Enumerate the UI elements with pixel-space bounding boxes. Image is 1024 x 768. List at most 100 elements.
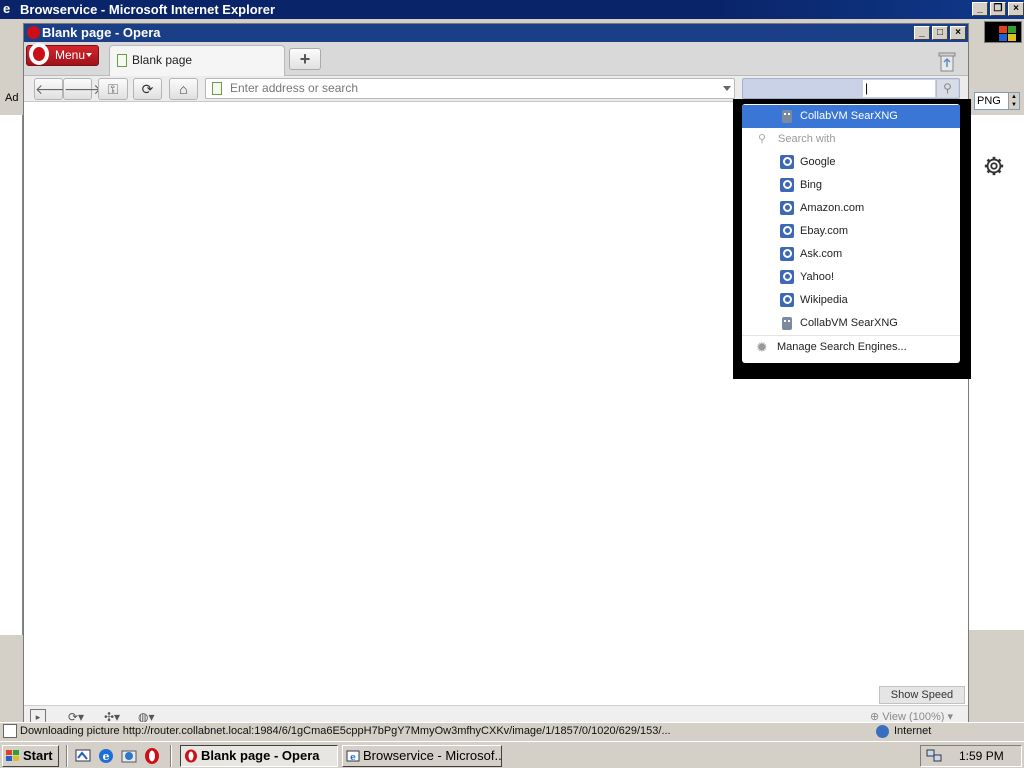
- engine-ask[interactable]: Ask.com: [742, 243, 960, 266]
- search-with-header: ⚲ Search with: [742, 128, 960, 151]
- show-speed-dial-button[interactable]: Show Speed Dial: [879, 686, 965, 717]
- spinner-arrows-icon[interactable]: ▲ ▼: [1008, 93, 1019, 109]
- system-tray: 1:59 PM: [920, 745, 1022, 767]
- opera-o-icon: [29, 43, 49, 65]
- search-engine-icon: [780, 224, 794, 238]
- tab-blank-page[interactable]: Blank page: [109, 45, 285, 76]
- opera-window-controls: _ □ ×: [914, 26, 966, 40]
- back-button[interactable]: 🡐: [34, 78, 73, 100]
- address-page-icon: [212, 82, 222, 95]
- windows-throbber-icon: [984, 21, 1022, 43]
- windows-flag-icon: [6, 750, 20, 762]
- trash-icon[interactable]: [938, 51, 956, 73]
- ie-viewport-left: [0, 115, 23, 635]
- tab-label: Blank page: [132, 53, 193, 67]
- taskbar: Start e Blank page - Opera e Browservice…: [0, 741, 1024, 768]
- image-format-value: PNG: [977, 95, 1001, 107]
- opera-logo-icon: [27, 26, 40, 39]
- address-field[interactable]: Enter address or search: [205, 78, 735, 99]
- reload-icon: ⟳: [141, 81, 154, 97]
- manage-gear-icon: ✹: [756, 339, 768, 355]
- ie-logo-icon: e: [3, 1, 11, 16]
- opera-task-icon: [185, 749, 197, 763]
- opera-title-bar: Blank page - Opera _ □ ×: [24, 24, 968, 42]
- engine-searxng[interactable]: CollabVM SearXNG: [742, 312, 960, 335]
- reload-button[interactable]: ⟳: [133, 78, 162, 100]
- opera-minimize-button[interactable]: _: [914, 26, 930, 40]
- home-button[interactable]: ⌂: [169, 78, 198, 100]
- ie-window-controls: _ ❐ ×: [972, 2, 1024, 16]
- opera-close-button[interactable]: ×: [950, 26, 966, 40]
- search-suggestion-selected[interactable]: CollabVM SearXNG: [742, 105, 960, 128]
- task-opera[interactable]: Blank page - Opera: [180, 745, 338, 767]
- key-button[interactable]: ⚿: [98, 78, 128, 100]
- engine-label: Ebay.com: [800, 225, 849, 237]
- engine-google[interactable]: Google: [742, 151, 960, 174]
- engine-label: Yahoo!: [800, 271, 835, 283]
- ie-window-title: Browservice - Microsoft Internet Explore…: [20, 2, 276, 17]
- engine-yahoo[interactable]: Yahoo!: [742, 266, 960, 289]
- internet-globe-icon: [876, 725, 889, 738]
- address-placeholder: Enter address or search: [230, 81, 359, 95]
- network-icon[interactable]: [926, 748, 943, 764]
- image-format-select[interactable]: PNG ▲ ▼: [974, 92, 1020, 110]
- ie-zone-label: Internet: [894, 725, 932, 737]
- manage-search-engines[interactable]: ✹ Manage Search Engines...: [742, 335, 960, 358]
- engine-label: Bing: [800, 179, 823, 191]
- opera-window-title: Blank page - Opera: [42, 25, 161, 40]
- engine-bing[interactable]: Bing: [742, 174, 960, 197]
- search-header-icon: ⚲: [758, 133, 767, 145]
- new-tab-button[interactable]: +: [289, 48, 321, 70]
- engine-ebay[interactable]: Ebay.com: [742, 220, 960, 243]
- opera-maximize-button[interactable]: □: [932, 26, 948, 40]
- forward-button[interactable]: 🡒: [63, 78, 102, 100]
- clock: 1:59 PM: [959, 749, 1004, 763]
- start-button[interactable]: Start: [2, 745, 59, 767]
- menu-caret-icon: [86, 53, 92, 57]
- ie-title-bar: e Browservice - Microsoft Internet Explo…: [0, 0, 1024, 19]
- engine-amazon[interactable]: Amazon.com: [742, 197, 960, 220]
- search-engine-popup: CollabVM SearXNG ⚲ Search with Google Bi…: [742, 104, 960, 363]
- start-label: Start: [23, 748, 53, 763]
- address-dropdown-icon[interactable]: [723, 86, 731, 91]
- search-magnifier-icon[interactable]: ⚲: [936, 80, 958, 97]
- quicklaunch-divider: [66, 745, 68, 767]
- svg-text:e: e: [103, 750, 110, 763]
- opera-menu-button[interactable]: Menu: [26, 43, 99, 66]
- ie-page-icon: [3, 724, 17, 738]
- engine-wikipedia[interactable]: Wikipedia: [742, 289, 960, 312]
- search-input[interactable]: |: [863, 80, 935, 97]
- internet-explorer-icon[interactable]: e: [97, 747, 115, 765]
- show-desktop-icon[interactable]: [74, 747, 92, 765]
- engine-label: Google: [800, 156, 836, 168]
- ie-task-icon: e: [346, 750, 360, 763]
- search-engine-icon: [780, 247, 794, 261]
- engine-label: Ask.com: [800, 248, 843, 260]
- task-label: Blank page - Opera: [201, 748, 320, 763]
- svg-text:e: e: [350, 753, 356, 763]
- task-divider: [170, 745, 172, 767]
- minimize-button[interactable]: _: [972, 2, 988, 16]
- key-icon: ⚿: [107, 81, 119, 97]
- selected-engine-label: CollabVM SearXNG: [800, 110, 898, 122]
- search-field[interactable]: | ⚲: [742, 78, 960, 99]
- search-engine-icon: [780, 178, 794, 192]
- forward-arrow-icon: 🡒: [64, 81, 102, 97]
- ie-address-label: Ad: [5, 92, 19, 104]
- page-icon: [117, 54, 127, 67]
- outlook-express-icon[interactable]: [120, 747, 138, 765]
- home-icon: ⌂: [179, 81, 188, 97]
- restore-button[interactable]: ❐: [990, 2, 1006, 16]
- search-engine-icon: [780, 270, 794, 284]
- engine-label: Amazon.com: [800, 202, 865, 214]
- task-label: Browservice - Microsof...: [363, 748, 502, 763]
- opera-quicklaunch-icon[interactable]: [143, 747, 161, 765]
- manage-engines-label: Manage Search Engines...: [777, 341, 907, 353]
- engine-label: CollabVM SearXNG: [800, 317, 898, 329]
- settings-gear-icon[interactable]: [983, 155, 1005, 177]
- menu-label: Menu: [55, 48, 86, 62]
- close-button[interactable]: ×: [1008, 2, 1024, 16]
- search-engine-icon: [780, 155, 794, 169]
- task-ie[interactable]: e Browservice - Microsof...: [342, 745, 502, 767]
- engine-label: Wikipedia: [800, 294, 848, 306]
